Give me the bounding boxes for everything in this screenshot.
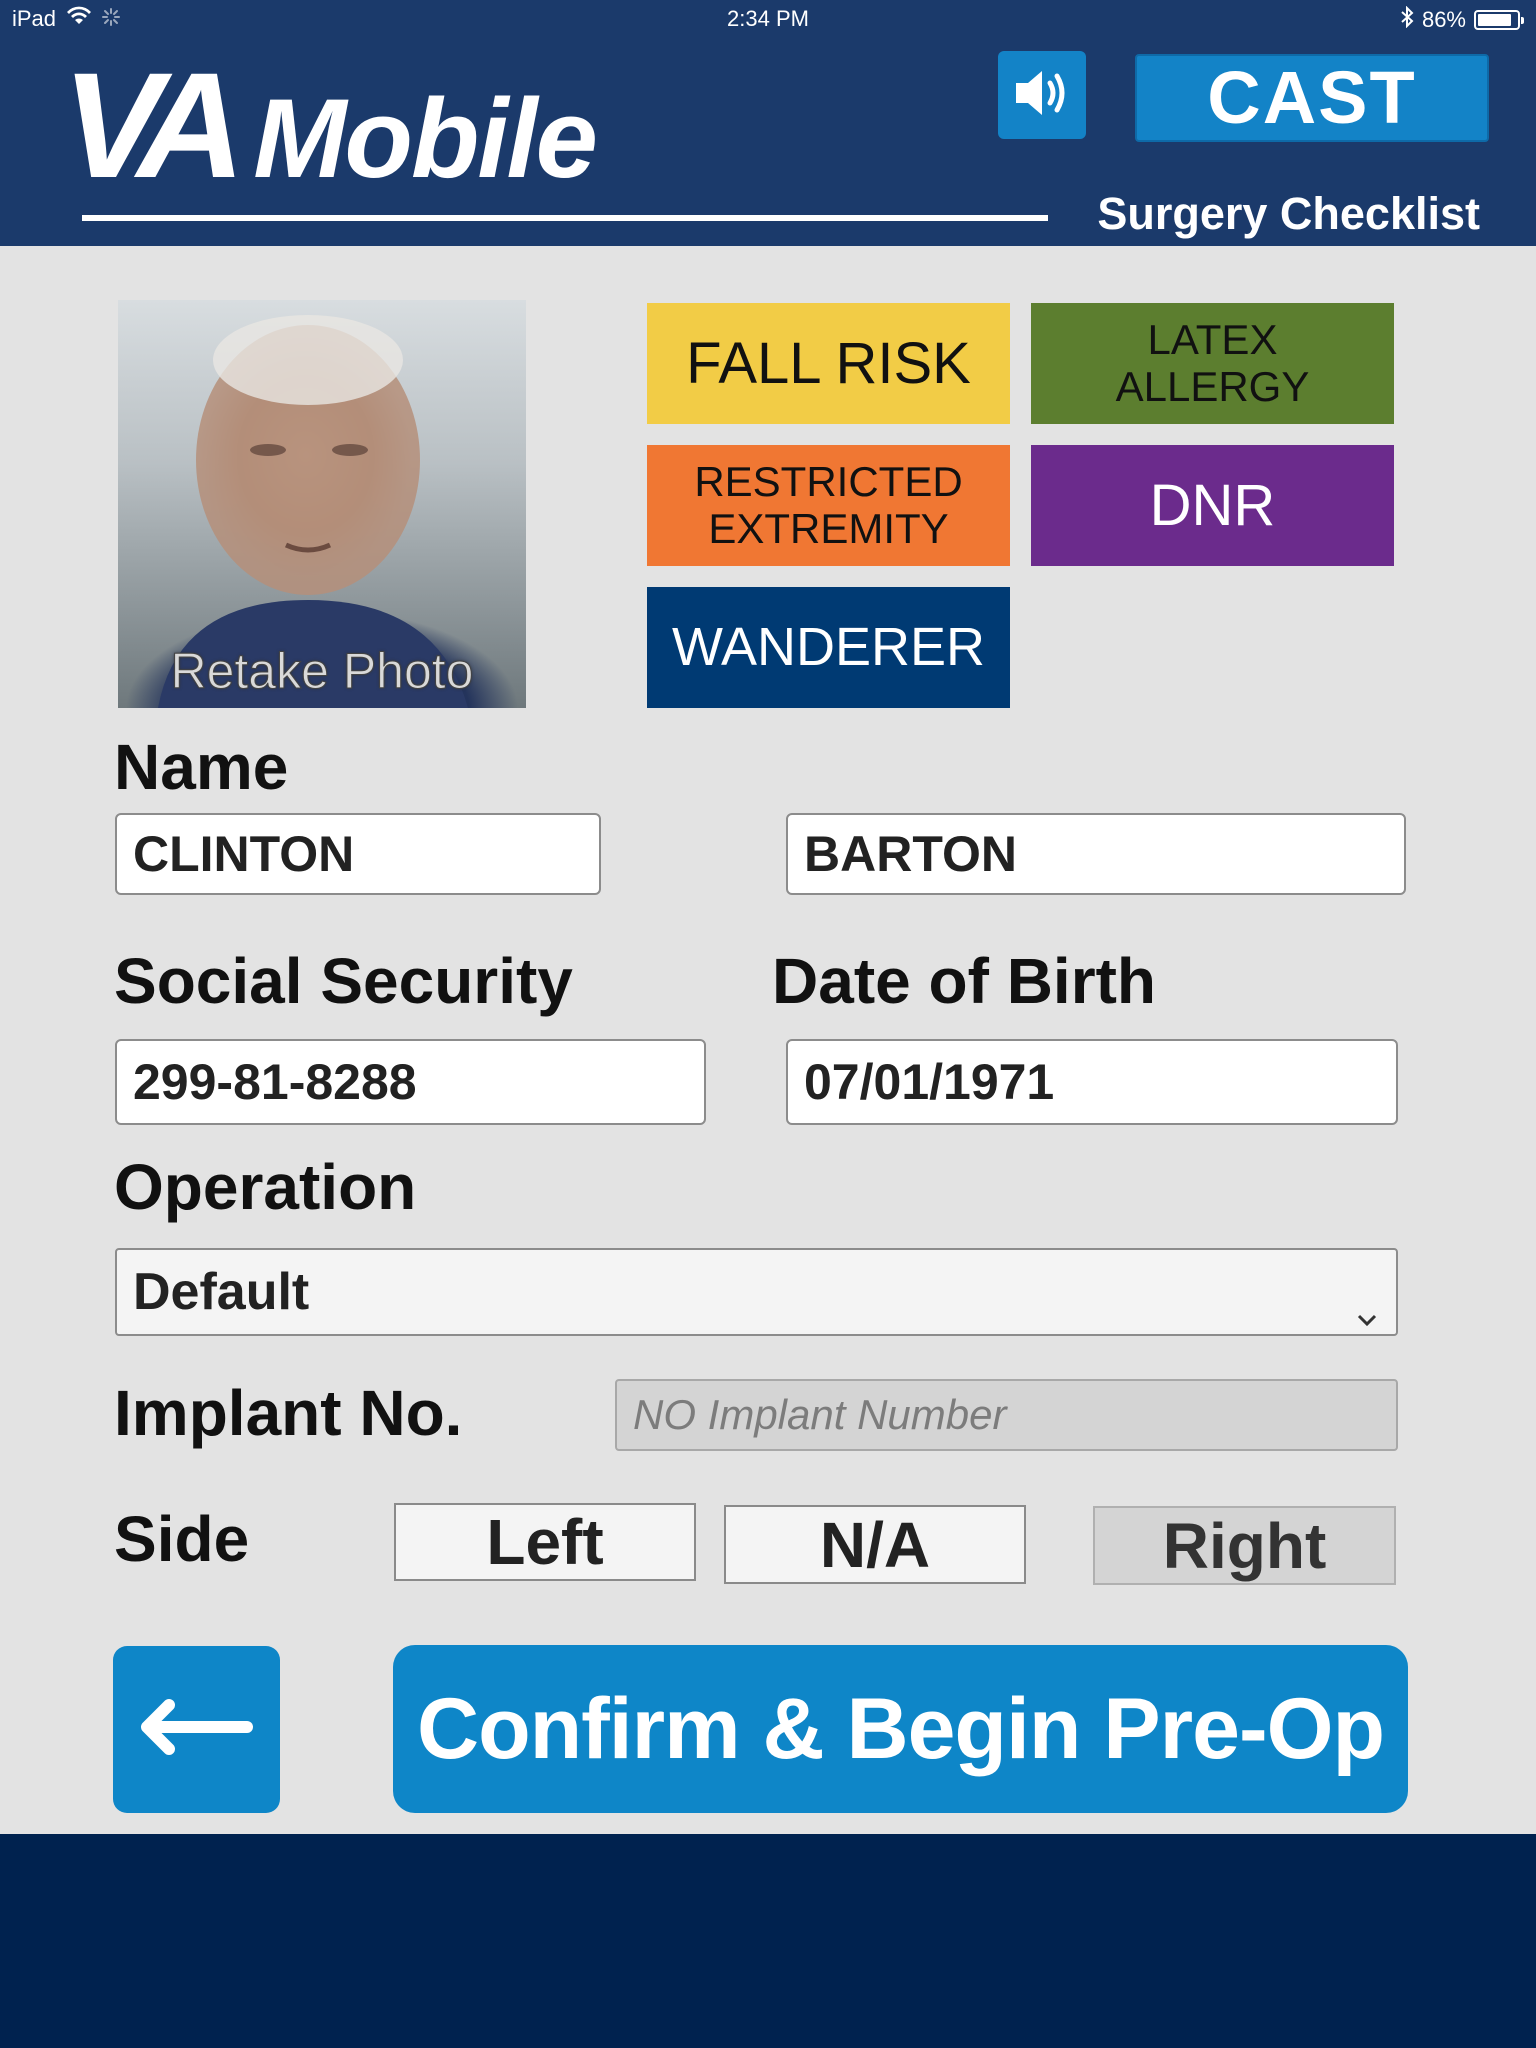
implant-number-field[interactable]: NO Implant Number [615, 1379, 1398, 1451]
wanderer-badge[interactable]: WANDERER [647, 587, 1010, 708]
back-button[interactable] [113, 1646, 280, 1813]
dob-field[interactable]: 07/01/1971 [786, 1039, 1398, 1125]
latex-allergy-badge[interactable]: LATEX ALLERGY [1031, 303, 1394, 424]
patient-photo[interactable]: Retake Photo [118, 300, 526, 708]
logo-mobile-text: Mobile [253, 76, 598, 201]
app-header: VA Mobile Surgery Checklist CAST [0, 40, 1536, 246]
first-name-field[interactable]: CLINTON [115, 813, 601, 895]
status-right: 86% [1400, 5, 1524, 34]
battery-fill [1478, 14, 1511, 26]
latex-allergy-line2: ALLERGY [1115, 362, 1310, 410]
chevron-down-icon [1356, 1280, 1378, 1340]
page-subtitle: Surgery Checklist [1097, 188, 1480, 239]
side-right-button[interactable]: Right [1093, 1506, 1396, 1585]
restricted-extremity-line2: EXTREMITY [708, 504, 949, 552]
restricted-extremity-badge[interactable]: RESTRICTED EXTREMITY [647, 445, 1010, 566]
bluetooth-icon [1400, 5, 1414, 34]
status-bar: iPad 2:34 PM 86% [0, 0, 1536, 40]
side-left-button[interactable]: Left [394, 1503, 696, 1581]
side-na-button[interactable]: N/A [724, 1505, 1026, 1584]
name-label: Name [114, 731, 289, 803]
last-name-field[interactable]: BARTON [786, 813, 1406, 895]
operation-label: Operation [114, 1151, 417, 1223]
ssn-field[interactable]: 299-81-8288 [115, 1039, 706, 1125]
logo-underline [82, 215, 1048, 221]
battery-icon [1474, 10, 1524, 30]
fall-risk-badge[interactable]: FALL RISK [647, 303, 1010, 424]
speaker-icon [1010, 65, 1074, 126]
battery-percent: 86% [1421, 7, 1466, 32]
ssn-label: Social Security [114, 945, 573, 1017]
operation-select[interactable]: Default [115, 1248, 1398, 1336]
status-time: 2:34 PM [727, 6, 809, 31]
implant-label: Implant No. [114, 1377, 463, 1449]
speaker-button[interactable] [998, 51, 1086, 139]
logo-va-text: VA [62, 41, 245, 209]
retake-photo-label[interactable]: Retake Photo [118, 642, 526, 700]
cast-button[interactable]: CAST [1135, 54, 1489, 142]
va-mobile-logo: VA Mobile [62, 40, 598, 210]
latex-allergy-line1: LATEX [1147, 316, 1278, 364]
dnr-badge[interactable]: DNR [1031, 445, 1394, 566]
restricted-extremity-line1: RESTRICTED [694, 458, 963, 506]
operation-selected-value: Default [133, 1263, 310, 1321]
dob-label: Date of Birth [772, 945, 1156, 1017]
left-arrow-icon [139, 1697, 255, 1762]
confirm-begin-preop-button[interactable]: Confirm & Begin Pre-Op [393, 1645, 1408, 1813]
side-label: Side [114, 1503, 250, 1575]
